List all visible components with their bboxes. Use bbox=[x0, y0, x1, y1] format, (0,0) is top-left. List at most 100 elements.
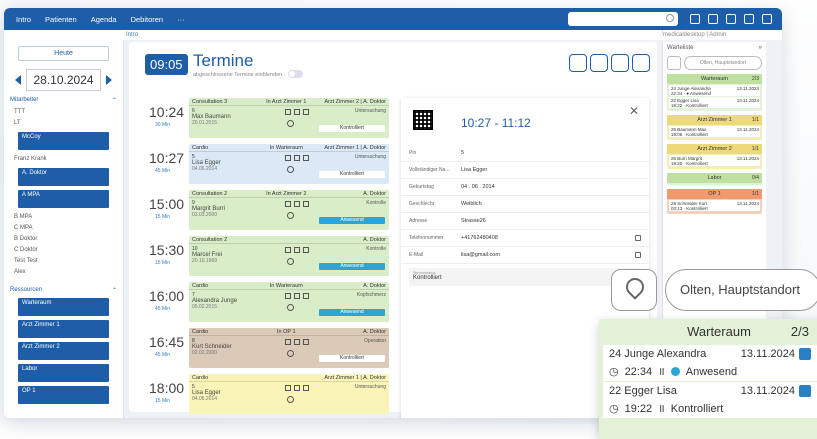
waiting-group-header[interactable]: Arzt Zimmer 2 1/1 bbox=[667, 144, 762, 154]
resource-item[interactable]: Arzt Zimmer 1 bbox=[18, 320, 109, 338]
phone-icon[interactable] bbox=[635, 235, 641, 241]
mail-icon[interactable] bbox=[635, 252, 641, 258]
waiting-item[interactable]: 25 Baumann Max 13.11.2024 19:06 · Kontroll… bbox=[669, 126, 760, 137]
zoom-location-selector[interactable]: Olten, Hauptstandort bbox=[665, 269, 817, 311]
check-icon[interactable] bbox=[799, 348, 811, 360]
appointment-card[interactable]: Cardio In OP 1 A. Doktor 8 Kurt Schneider 02.… bbox=[189, 328, 389, 368]
staff-item[interactable]: LT bbox=[10, 118, 117, 128]
waiting-group-header[interactable]: Arzt Zimmer 1 1/1 bbox=[667, 115, 762, 125]
id-card-icon[interactable] bbox=[294, 247, 300, 253]
bell-icon[interactable] bbox=[690, 14, 700, 24]
calendar-icon[interactable] bbox=[708, 14, 718, 24]
staff-item[interactable]: C Doktor bbox=[10, 245, 117, 255]
pause-icon[interactable]: ॥ bbox=[658, 364, 665, 379]
staff-item[interactable]: McCoy bbox=[18, 132, 109, 150]
nav-item[interactable]: Intro bbox=[10, 12, 37, 27]
field-value[interactable]: +41762480408 bbox=[461, 235, 635, 241]
print-icon[interactable] bbox=[611, 54, 629, 72]
appointment-card[interactable]: Cardio In Warteraum Arzt Zimmer 1 | A. Dok… bbox=[189, 144, 389, 184]
calendar-icon[interactable] bbox=[303, 339, 309, 345]
staff-item[interactable]: Franz Krank bbox=[10, 154, 117, 164]
staff-item[interactable]: TTT bbox=[10, 107, 117, 117]
id-card-icon[interactable] bbox=[294, 293, 300, 299]
gender-icon[interactable] bbox=[285, 293, 291, 299]
search-input[interactable] bbox=[568, 12, 678, 26]
calendar-icon[interactable] bbox=[303, 293, 309, 299]
status-badge[interactable]: Kontrolliert bbox=[319, 171, 385, 178]
staff-item[interactable]: A MPA bbox=[18, 190, 109, 208]
staff-item[interactable]: B MPA bbox=[10, 212, 117, 222]
waiting-item[interactable]: 22 Egger Lisa 13.11.2024 19:22 · Kontrolli… bbox=[669, 97, 760, 108]
gender-icon[interactable] bbox=[285, 155, 291, 161]
appointment-card[interactable]: Cardio In Warteraum A. Doktor 7 Alexandra Ju… bbox=[189, 282, 389, 322]
gender-icon[interactable] bbox=[285, 385, 291, 391]
calendar-icon[interactable] bbox=[569, 54, 587, 72]
staff-item[interactable]: A. Doktor bbox=[18, 168, 109, 186]
zoom-waiting-item[interactable]: 24 Junge Alexandra 13.11.2024 ◷ 22:34 ॥ Anwes… bbox=[603, 345, 817, 381]
field-value[interactable]: 04 . 06 . 2014 bbox=[461, 184, 641, 190]
waiting-item[interactable]: 25 Schneider Kurt 13.11.2024 03:13 · Kontr… bbox=[669, 200, 760, 211]
nav-item[interactable]: Debitoren bbox=[125, 12, 170, 27]
clock-icon[interactable] bbox=[287, 396, 294, 403]
staff-item[interactable]: B Doktor bbox=[10, 234, 117, 244]
clock-icon[interactable] bbox=[287, 304, 294, 311]
status-badge[interactable]: Anwesend bbox=[319, 263, 385, 270]
today-button[interactable]: Heute bbox=[18, 46, 109, 61]
status-badge[interactable]: Anwesend bbox=[319, 309, 385, 316]
id-card-icon[interactable] bbox=[294, 155, 300, 161]
gear-icon[interactable] bbox=[762, 14, 772, 24]
prev-day-icon[interactable] bbox=[15, 75, 22, 85]
clock-icon[interactable] bbox=[287, 166, 294, 173]
appointment-card[interactable]: Consultation 2 In Arzt Zimmer 2 A. Doktor 9… bbox=[189, 190, 389, 230]
clock-icon[interactable] bbox=[287, 258, 294, 265]
status-badge[interactable]: Kontrolliert bbox=[319, 125, 385, 132]
pause-icon[interactable]: ॥ bbox=[658, 401, 665, 416]
location-pin-icon[interactable] bbox=[611, 269, 657, 311]
staff-item[interactable]: Alex bbox=[10, 267, 117, 277]
clock-icon[interactable] bbox=[287, 350, 294, 357]
resource-item[interactable]: Labor bbox=[18, 364, 109, 382]
status-select[interactable]: Terminstatus Kontrolliert bbox=[409, 268, 641, 286]
staff-item[interactable]: Test Test bbox=[10, 256, 117, 266]
show-completed-toggle[interactable] bbox=[288, 70, 303, 78]
calendar-icon[interactable] bbox=[303, 385, 309, 391]
nav-item[interactable]: ··· bbox=[171, 12, 191, 27]
nav-item[interactable]: Patienten bbox=[39, 12, 83, 27]
tab-intro[interactable]: Intro bbox=[126, 32, 138, 38]
field-value[interactable]: Weiblich bbox=[461, 201, 641, 207]
user-icon[interactable] bbox=[744, 14, 754, 24]
id-card-icon[interactable] bbox=[294, 385, 300, 391]
zoom-waiting-item[interactable]: 22 Egger Lisa 13.11.2024 ◷ 19:22 ॥ Kontrollie… bbox=[603, 382, 817, 418]
id-card-icon[interactable] bbox=[294, 201, 300, 207]
staff-item[interactable]: C MPA bbox=[10, 223, 117, 233]
chevron-up-icon[interactable]: ⌃ bbox=[112, 287, 117, 294]
collapse-icon[interactable]: » bbox=[759, 45, 762, 51]
status-badge[interactable]: Kontrolliert bbox=[319, 355, 385, 362]
location-selector[interactable]: Olten, Hauptstandort bbox=[684, 56, 762, 70]
location-pin-icon[interactable] bbox=[667, 56, 681, 70]
date-display[interactable]: 28.10.2024 bbox=[26, 69, 101, 91]
id-card-icon[interactable] bbox=[294, 109, 300, 115]
calendar-icon[interactable] bbox=[303, 109, 309, 115]
status-badge[interactable]: Anwesend bbox=[319, 217, 385, 224]
id-card-icon[interactable] bbox=[294, 339, 300, 345]
field-value[interactable]: Lisa Egger bbox=[461, 167, 641, 173]
clock-icon[interactable] bbox=[287, 120, 294, 127]
gender-icon[interactable] bbox=[285, 247, 291, 253]
nav-item[interactable]: Agenda bbox=[85, 12, 123, 27]
calendar-icon[interactable] bbox=[303, 247, 309, 253]
waiting-group-header[interactable]: OP 1 1/1 bbox=[667, 189, 762, 199]
check-icon[interactable] bbox=[799, 385, 811, 397]
waiting-item[interactable]: 24 Junge Alexandra 13.11.2024 22:34 · ● An… bbox=[669, 85, 760, 96]
waiting-group-header[interactable]: Labor 0/4 bbox=[667, 173, 762, 183]
field-value[interactable]: lisa@gmail.com bbox=[461, 252, 635, 258]
resource-item[interactable]: Warteraum bbox=[18, 298, 109, 316]
users-icon[interactable] bbox=[726, 14, 736, 24]
resource-item[interactable]: Arzt Zimmer 2 bbox=[18, 342, 109, 360]
chevron-up-icon[interactable]: ⌃ bbox=[112, 97, 117, 104]
gender-icon[interactable] bbox=[285, 339, 291, 345]
more-icon[interactable] bbox=[632, 54, 650, 72]
gender-icon[interactable] bbox=[285, 201, 291, 207]
close-icon[interactable]: ✕ bbox=[629, 104, 639, 118]
field-value[interactable]: 5 bbox=[461, 150, 641, 156]
